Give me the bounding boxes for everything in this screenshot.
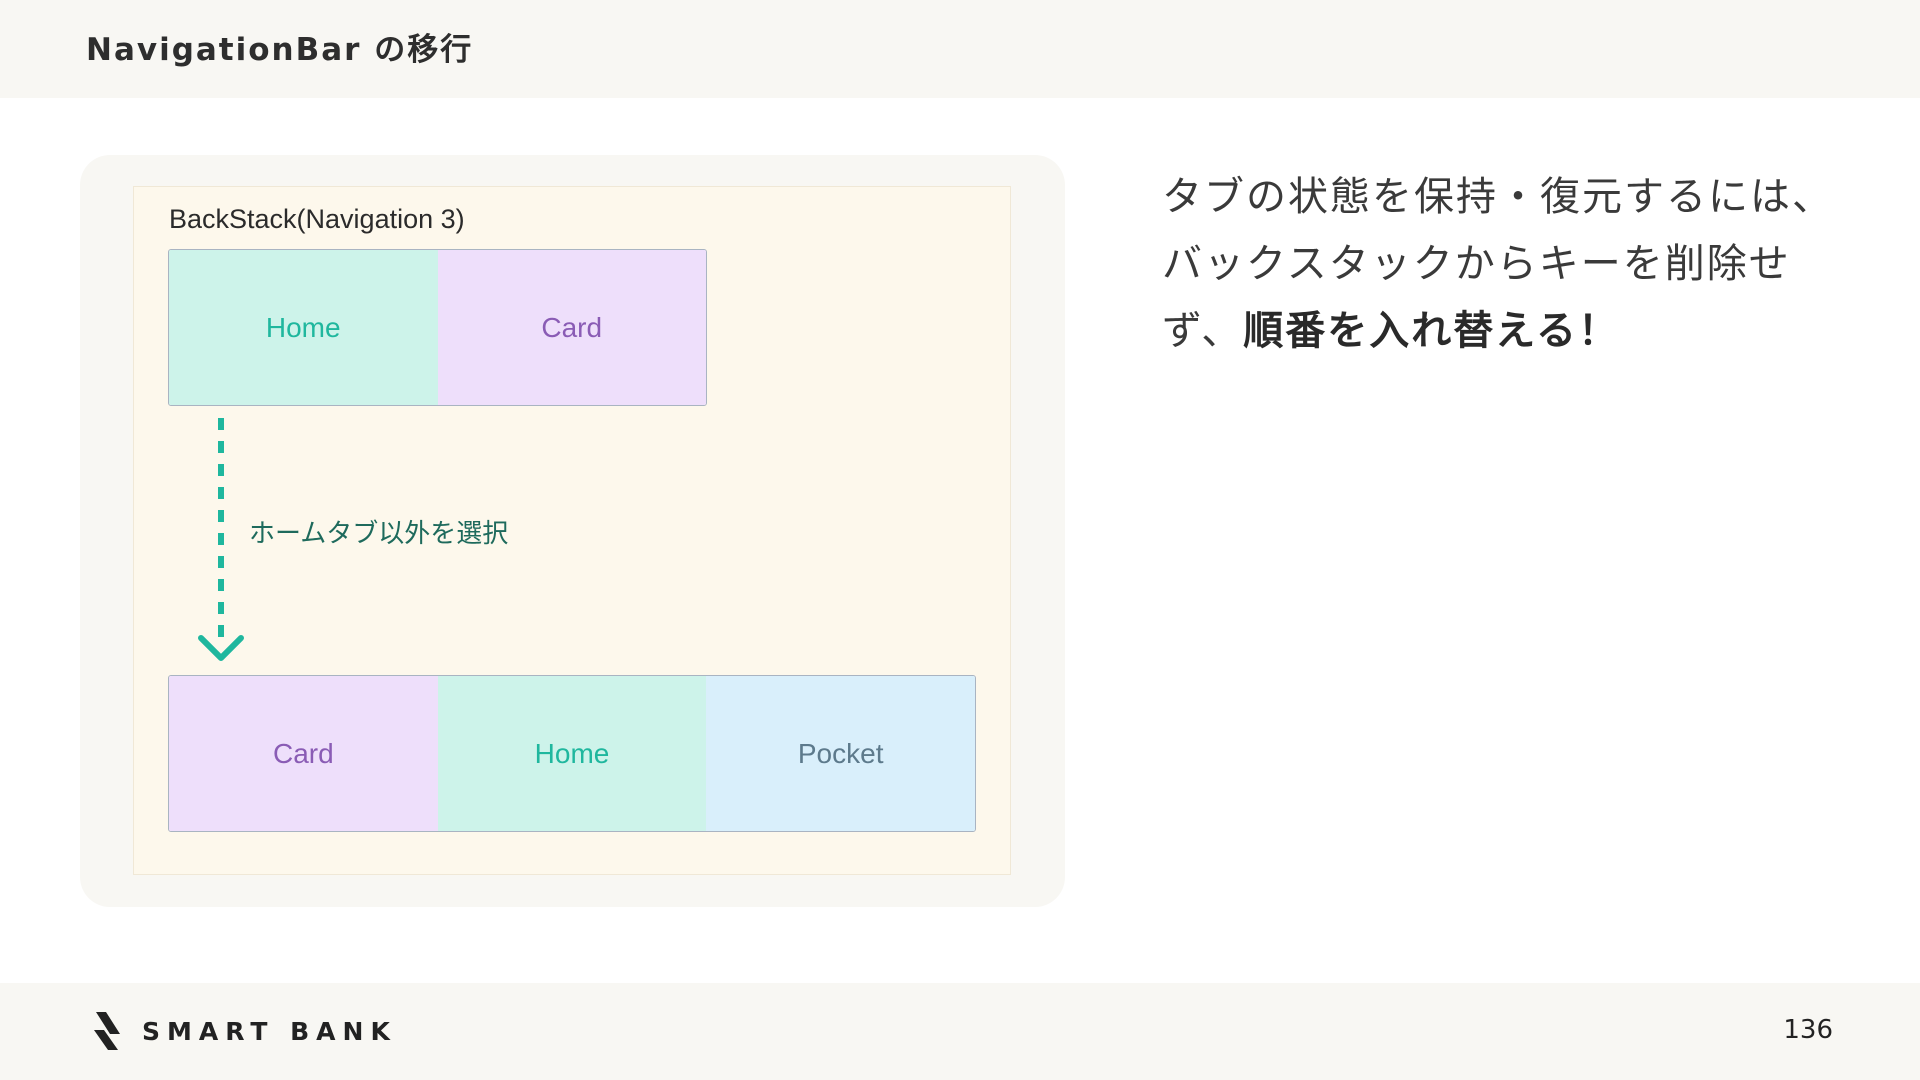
brand-logo: SMART BANK [90, 1010, 397, 1052]
backstack-after: Card Home Pocket [168, 675, 976, 832]
transition-arrow [198, 418, 244, 661]
slide-title: NavigationBar の移行 [86, 32, 474, 68]
stack-entry-label: Home [265, 311, 341, 343]
explanation-text: タブの状態を保持・復元するには、バックスタックからキーを削除せず、順番を入れ替え… [1162, 164, 1842, 365]
backstack-before: Home Card [168, 249, 707, 406]
page-number: 136 [1783, 1015, 1833, 1045]
stack-entry-pocket: Pocket [706, 676, 975, 831]
smartbank-logo-icon [94, 1012, 120, 1050]
stack-entry-label: Home [534, 737, 610, 769]
transition-label: ホームタブ以外を選択 [249, 519, 509, 549]
stack-entry-label: Pocket [797, 737, 884, 769]
arrow-head-icon [198, 635, 244, 661]
stack-entry-label: Card [272, 737, 334, 769]
stack-entry-home: Home [437, 676, 707, 831]
stack-entry-card: Card [437, 250, 706, 405]
stack-entry-label: Card [541, 311, 603, 343]
stack-entry-card: Card [169, 676, 438, 831]
slide-header: NavigationBar の移行 [0, 0, 1920, 98]
explanation-emphasis: 順番を入れ替える！ [1243, 308, 1621, 354]
brand-name: SMART BANK [142, 1016, 397, 1046]
stack-entry-home: Home [169, 250, 438, 405]
backstack-label: BackStack(Navigation 3) [169, 204, 465, 234]
